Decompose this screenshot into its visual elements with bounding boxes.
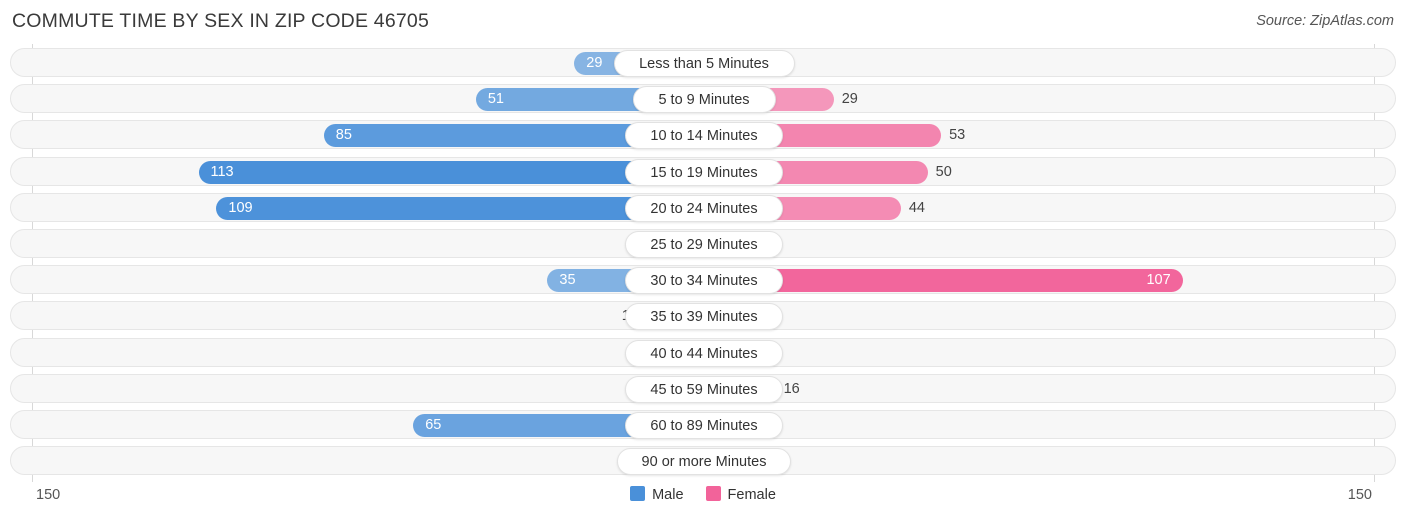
category-label-pill: 30 to 34 Minutes: [625, 267, 783, 295]
category-label-pill: 20 to 24 Minutes: [625, 194, 783, 222]
legend-item[interactable]: Male: [630, 486, 684, 503]
bar-value-male: 35: [559, 272, 576, 289]
category-label-pill: 90 or more Minutes: [617, 448, 791, 476]
chart-row: 85 53 10 to 14 Minutes: [10, 120, 1396, 150]
chart-legend: Male Female: [0, 486, 1406, 503]
chart-row: 51 29 5 to 9 Minutes: [10, 84, 1396, 114]
legend-swatch-icon: [630, 486, 646, 501]
chart-row: 2913Less than 5 Minutes: [10, 48, 1396, 77]
bar-value-male: 109: [228, 199, 253, 216]
bar-value-male: 51: [487, 91, 504, 108]
page-title: COMMUTE TIME BY SEX IN ZIP CODE 46705: [12, 10, 430, 32]
category-label-pill: 25 to 29 Minutes: [625, 231, 783, 258]
bar-value-female: 53: [949, 127, 966, 144]
chart-row: 35 107 30 to 34 Minutes: [10, 265, 1396, 295]
chart-row: 13535 to 39 Minutes: [10, 301, 1396, 331]
legend-swatch-icon: [705, 486, 721, 501]
bar-value-male: 85: [335, 127, 352, 144]
legend-label: Male: [652, 487, 684, 503]
bar-value-female: 16: [783, 380, 800, 397]
legend-item[interactable]: Female: [705, 486, 776, 503]
chart-header: COMMUTE TIME BY SEX IN ZIP CODE 46705 So…: [0, 0, 1406, 44]
chart-row: 109 44 20 to 24 Minutes: [10, 192, 1396, 222]
source-attribution: Source: ZipAtlas.com: [1256, 13, 1394, 29]
legend-label: Female: [727, 487, 776, 503]
chart-footer: 150 150 Male Female: [0, 482, 1406, 523]
category-label-pill: 60 to 89 Minutes: [625, 412, 783, 439]
chart-row: 65460 to 89 Minutes: [10, 410, 1396, 439]
category-label-pill: Less than 5 Minutes: [613, 50, 795, 77]
category-label-pill: 15 to 19 Minutes: [625, 158, 783, 186]
chart-row: 101240 to 44 Minutes: [10, 337, 1396, 367]
category-label-pill: 10 to 14 Minutes: [625, 122, 783, 150]
bar-value-female: 44: [908, 199, 925, 216]
category-label-pill: 40 to 44 Minutes: [625, 339, 783, 367]
category-label-pill: 35 to 39 Minutes: [625, 303, 783, 331]
chart-row: 01190 or more Minutes: [10, 446, 1396, 476]
chart-row: 8225 to 29 Minutes: [10, 229, 1396, 258]
bar-value-female: 50: [935, 163, 952, 180]
category-label-pill: 45 to 59 Minutes: [625, 375, 783, 403]
bar-value-male: 65: [425, 417, 442, 433]
bar-value-female: 29: [841, 91, 858, 108]
chart-row: 113 50 15 to 19 Minutes: [10, 156, 1396, 186]
bar-value-male: 113: [210, 163, 234, 180]
category-label-pill: 5 to 9 Minutes: [632, 86, 776, 114]
chart-plot-area: 2913Less than 5 Minutes 51 29 5 to 9 Minute…: [0, 44, 1406, 482]
bar-value-female: 107: [1146, 272, 1171, 289]
chart-row: 61645 to 59 Minutes: [10, 373, 1396, 403]
